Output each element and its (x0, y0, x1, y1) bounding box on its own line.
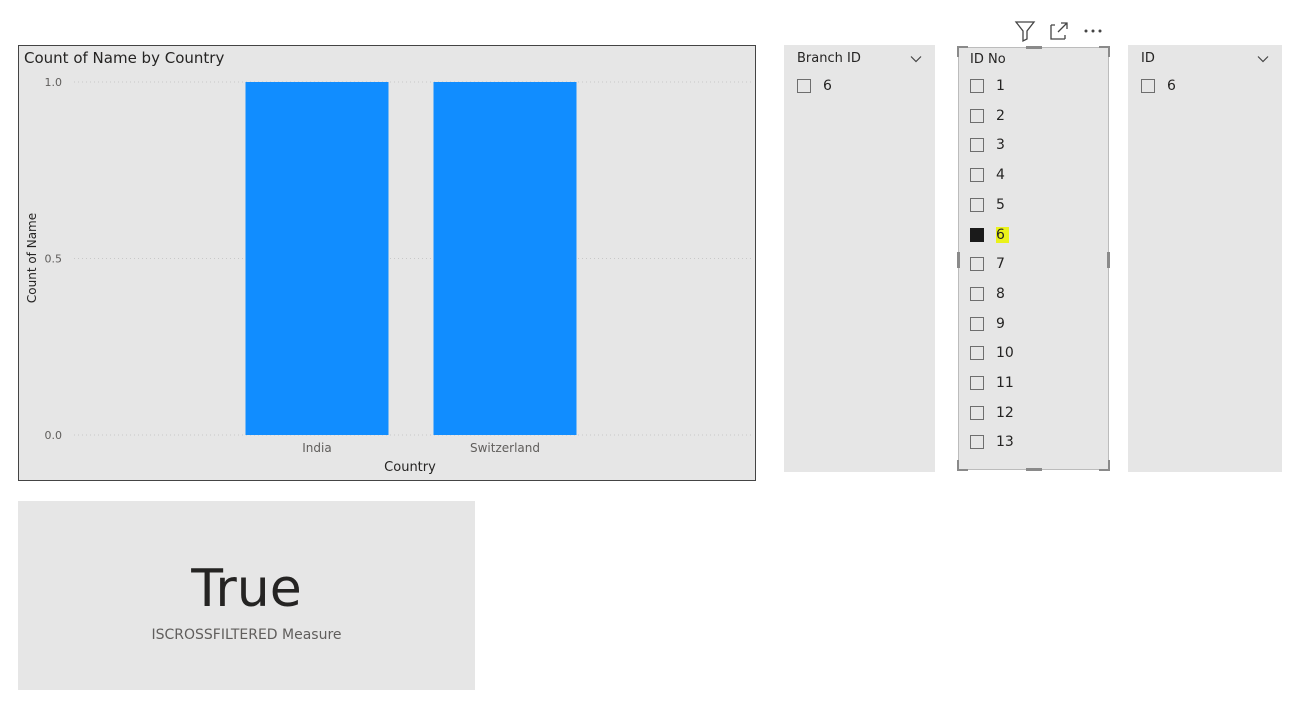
slicer-item[interactable]: 6 (797, 77, 836, 95)
slicer-item-label: 12 (996, 404, 1014, 421)
checkbox[interactable] (970, 435, 984, 450)
slicer-item-label: 13 (996, 434, 1014, 451)
resize-handle-top-left[interactable] (957, 46, 968, 57)
slicer-item-label: 4 (996, 167, 1005, 184)
resize-handle-right[interactable] (1107, 252, 1110, 268)
checkbox[interactable] (970, 108, 984, 123)
visual-header (1010, 18, 1110, 44)
checkbox[interactable] (970, 168, 984, 183)
resize-handle-bottom-left[interactable] (957, 460, 968, 471)
chevron-down-icon[interactable] (1256, 51, 1270, 65)
slicer-item-11[interactable]: 11 (970, 374, 1018, 392)
resize-handle-top[interactable] (1026, 46, 1042, 49)
checkbox[interactable] (1141, 79, 1155, 93)
x-tick-label: India (302, 441, 331, 455)
card-visual[interactable]: True ISCROSSFILTERED Measure (18, 501, 475, 690)
slicer-item-2[interactable]: 2 (970, 107, 1009, 125)
slicer-item-label: 9 (996, 315, 1005, 332)
id-no-slicer[interactable]: ID No 1 2 3 4 5 6 7 8 9 10 11 12 13 (957, 46, 1110, 471)
checkbox[interactable] (970, 257, 984, 272)
slicer-item-10[interactable]: 10 (970, 344, 1018, 362)
checkbox[interactable] (970, 286, 984, 301)
bar-chart: Count of Name by Country Count of Name C… (24, 49, 754, 475)
id-slicer[interactable]: ID 6 (1128, 45, 1282, 472)
checkbox[interactable] (970, 79, 984, 93)
bar-india[interactable] (245, 82, 389, 435)
more-options-icon[interactable] (1080, 18, 1106, 44)
slicer-title: Branch ID (797, 51, 861, 66)
slicer-item-12[interactable]: 12 (970, 404, 1018, 422)
slicer-item-label: 6 (1167, 78, 1176, 94)
slicer-item-9[interactable]: 9 (970, 315, 1009, 333)
checkbox[interactable] (970, 197, 984, 212)
card-value: True (191, 559, 302, 619)
slicer-item-13[interactable]: 13 (970, 433, 1018, 451)
y-tick-label: 1.0 (45, 76, 63, 89)
slicer-item-label: 5 (996, 196, 1005, 213)
x-tick-label: Switzerland (470, 441, 540, 455)
slicer-item-8[interactable]: 8 (970, 285, 1009, 303)
slicer-item-label: 6 (996, 226, 1009, 243)
checkbox[interactable] (970, 376, 984, 390)
checkbox[interactable] (797, 79, 811, 93)
resize-handle-top-right[interactable] (1099, 46, 1110, 57)
card-label: ISCROSSFILTERED Measure (151, 627, 342, 643)
slicer-item-label: 8 (996, 285, 1005, 302)
slicer-item-label: 1 (996, 78, 1005, 94)
slicer-item-label: 10 (996, 345, 1014, 362)
checkbox[interactable] (970, 346, 984, 361)
slicer-item-1[interactable]: 1 (970, 77, 1009, 95)
bar-switzerland[interactable] (433, 82, 577, 435)
slicer-item-4[interactable]: 4 (970, 166, 1009, 184)
y-tick-label: 0.5 (45, 253, 63, 266)
slicer-item[interactable]: 6 (1141, 77, 1180, 95)
slicer-item-label: 7 (996, 256, 1005, 273)
slicer-title: ID (1141, 51, 1155, 66)
slicer-item-3[interactable]: 3 (970, 136, 1009, 154)
y-tick-label: 0.0 (45, 429, 63, 442)
slicer-item-label: 11 (996, 375, 1014, 391)
checkbox[interactable] (970, 227, 984, 242)
x-axis-title: Country (384, 460, 436, 475)
slicer-item-6[interactable]: 6 (970, 226, 1009, 244)
slicer-title: ID No (970, 52, 1006, 67)
resize-handle-bottom[interactable] (1026, 468, 1042, 471)
chart-title: Count of Name by Country (24, 49, 224, 67)
chevron-down-icon[interactable] (909, 51, 923, 65)
checkbox[interactable] (970, 405, 984, 420)
slicer-item-label: 3 (996, 137, 1005, 154)
resize-handle-left[interactable] (957, 252, 960, 268)
checkbox[interactable] (970, 138, 984, 153)
slicer-item-5[interactable]: 5 (970, 196, 1009, 214)
branch-id-slicer[interactable]: Branch ID 6 (784, 45, 935, 472)
focus-mode-icon[interactable] (1046, 18, 1072, 44)
checkbox[interactable] (970, 316, 984, 331)
y-axis-title: Count of Name (25, 213, 39, 303)
slicer-item-label: 6 (823, 78, 832, 94)
slicer-item-label: 2 (996, 107, 1005, 124)
bar-chart-visual[interactable]: Count of Name by Country Count of Name C… (18, 45, 756, 481)
resize-handle-bottom-right[interactable] (1099, 460, 1110, 471)
filter-icon[interactable] (1012, 18, 1038, 44)
slicer-item-7[interactable]: 7 (970, 255, 1009, 273)
